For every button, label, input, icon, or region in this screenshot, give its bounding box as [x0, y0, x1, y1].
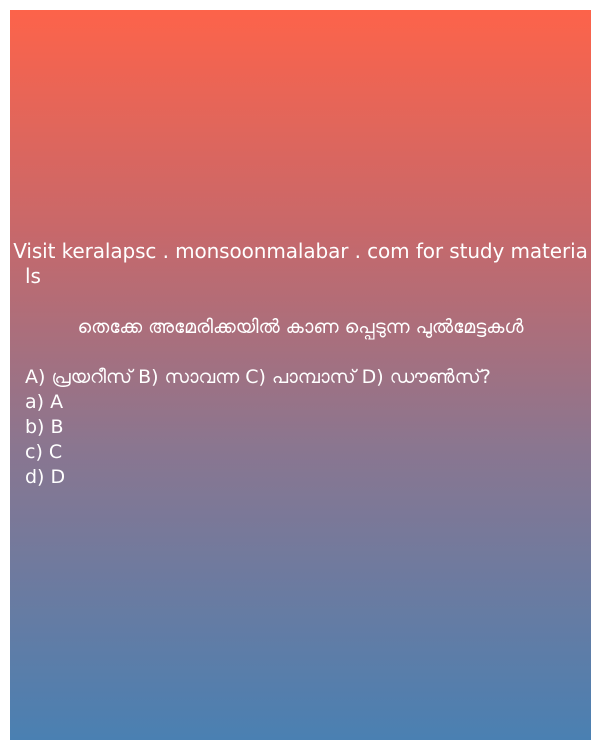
promo-line-1: Visit keralapsc . monsoonmalabar . com f…	[13, 239, 588, 263]
option-d: d) D	[25, 466, 66, 488]
quiz-card: Visit keralapsc . monsoonmalabar . com f…	[10, 10, 591, 740]
promo-text: Visit keralapsc . monsoonmalabar . com f…	[10, 239, 591, 289]
question-title: തെക്കേ അമേരിക്കയിൽ കാണ പ്പെടുന്ന പുൽമേട്…	[77, 316, 524, 338]
statement-line: A) പ്രയറീസ് B) സാവന്ന C) പാമ്പാസ് D) ഡൗൺ…	[25, 366, 491, 388]
question-body: A) പ്രയറീസ് B) സാവന്ന C) പാമ്പാസ് D) ഡൗൺ…	[25, 365, 585, 490]
option-b: b) B	[25, 416, 64, 438]
option-c: c) C	[25, 441, 63, 463]
option-a: a) A	[25, 391, 64, 413]
promo-line-2: ls	[25, 264, 41, 288]
